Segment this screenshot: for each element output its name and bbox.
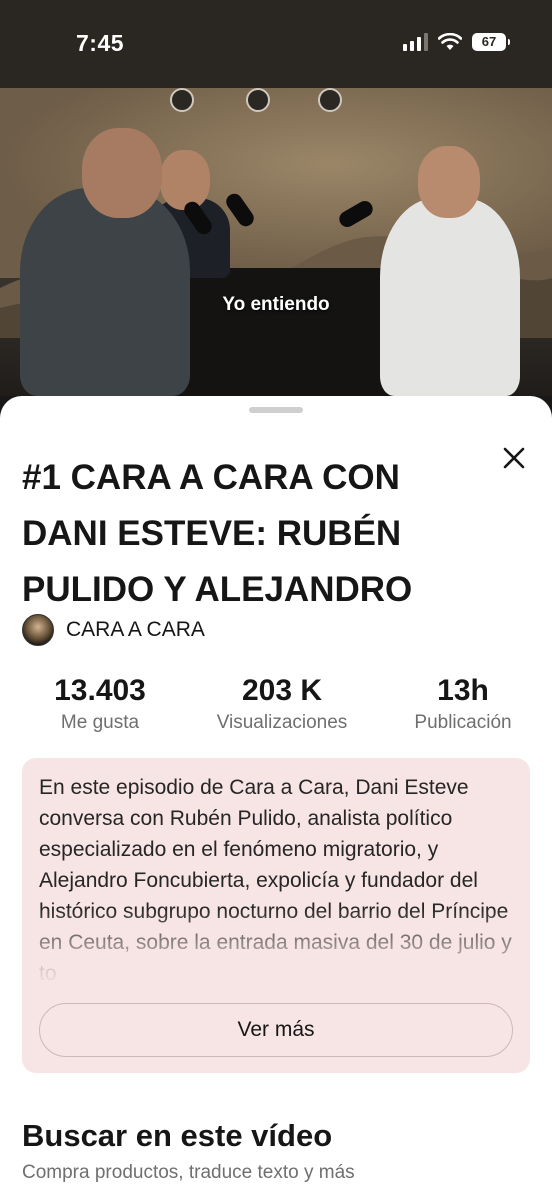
signal-icon (403, 33, 428, 51)
stat-published: 13h Publicación (374, 674, 552, 734)
wifi-icon (438, 33, 462, 50)
video-player[interactable]: Yo entiendo (0, 88, 552, 396)
sheet-grabber[interactable] (249, 407, 303, 413)
battery-icon: 67 (472, 33, 510, 51)
stat-label: Me gusta (60, 712, 140, 733)
channel-row[interactable]: CARA A CARA (22, 614, 205, 646)
stat-likes: 13.403 Me gusta (0, 674, 190, 734)
status-time: 7:45 (76, 30, 125, 56)
wall-plate (170, 88, 194, 112)
status-bar: 7:45 67 (0, 0, 552, 88)
status-icons: 67 (403, 33, 510, 51)
see-more-button[interactable]: Ver más (39, 1003, 513, 1057)
video-stats: 13.403 Me gusta 203 K Visualizaciones 13… (0, 674, 552, 734)
person-head (82, 128, 162, 218)
search-in-video-title[interactable]: Buscar en este vídeo (22, 1118, 332, 1154)
video-details-sheet: #1 CARA A CARA CON DANI ESTEVE: RUBÉN PU… (0, 396, 552, 1200)
stat-views: 203 K Visualizaciones (190, 674, 374, 734)
stat-value: 203 K (241, 674, 323, 707)
close-button[interactable] (498, 442, 530, 474)
stat-label: Visualizaciones (216, 712, 348, 733)
video-subtitle: Yo entiendo (222, 294, 330, 315)
wall-plate (246, 88, 270, 112)
person-body (20, 188, 190, 396)
person-head (160, 150, 210, 210)
wall-plate (318, 88, 342, 112)
stat-value: 13.403 (54, 674, 146, 707)
channel-name[interactable]: CARA A CARA (66, 618, 205, 642)
description-card: En este episodio de Cara a Cara, Dani Es… (22, 758, 530, 1073)
stat-value: 13h (437, 674, 489, 707)
search-in-video-subtitle: Compra productos, traduce texto y más (22, 1162, 355, 1183)
channel-avatar[interactable] (22, 614, 54, 646)
close-icon (503, 447, 525, 469)
stat-label: Publicación (414, 712, 512, 733)
description-fade (22, 908, 530, 988)
video-title: #1 CARA A CARA CON DANI ESTEVE: RUBÉN PU… (22, 458, 413, 609)
person-head (418, 146, 480, 218)
